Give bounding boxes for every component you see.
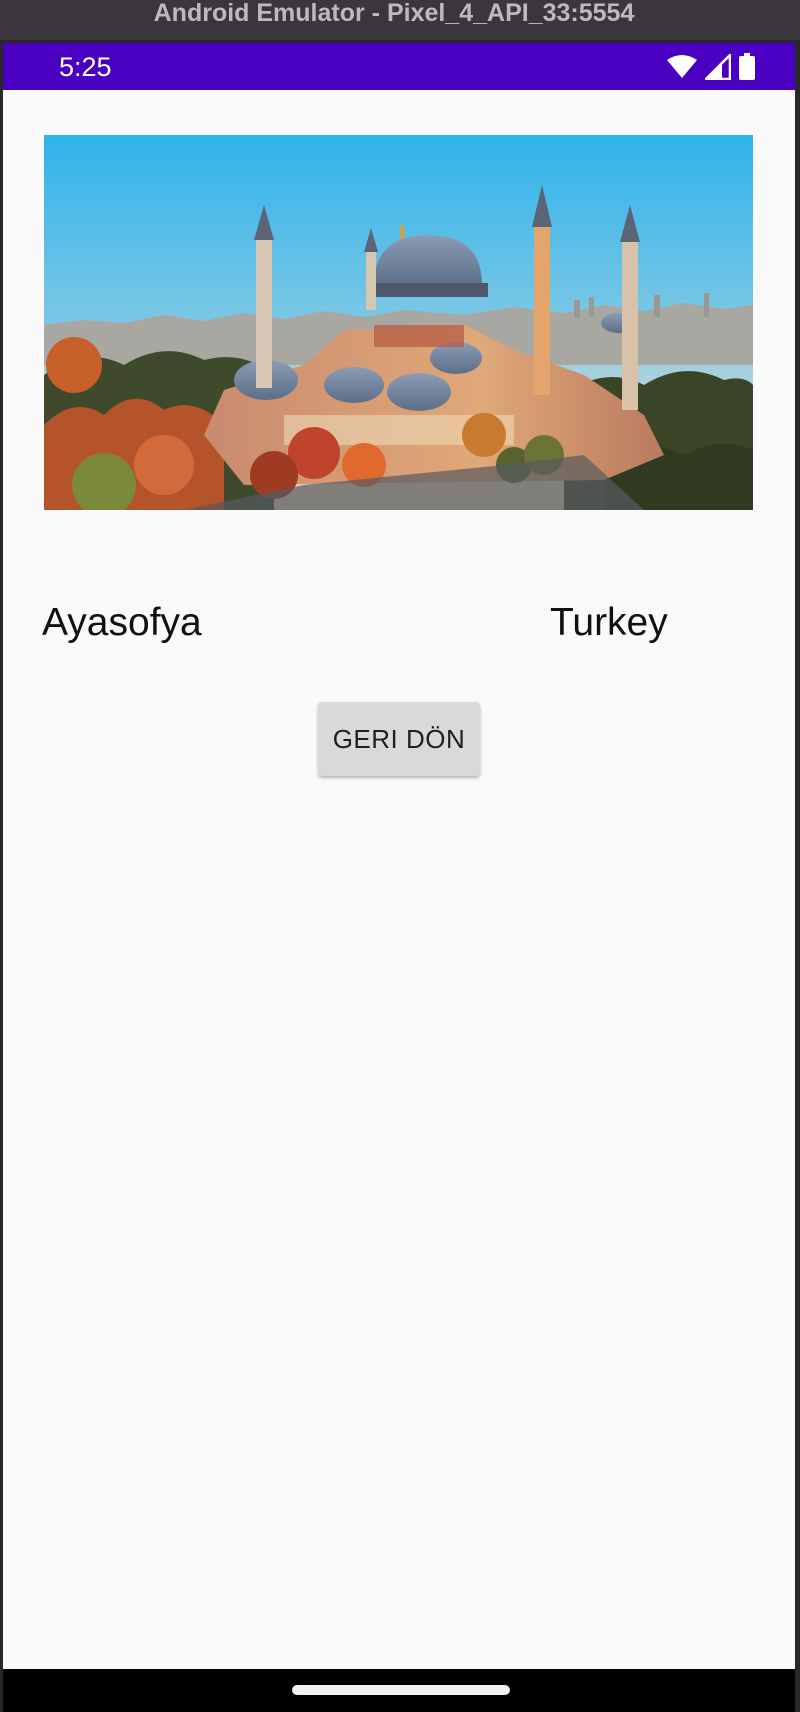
wifi-icon xyxy=(667,54,697,84)
back-button[interactable]: GERI DÖN xyxy=(318,702,480,776)
emulator-window: Android Emulator - Pixel_4_API_33:5554 5… xyxy=(0,0,800,1712)
status-icons xyxy=(667,51,755,85)
status-bar: 5:25 xyxy=(3,43,795,90)
landmark-image xyxy=(44,135,753,510)
status-time: 5:25 xyxy=(59,52,112,82)
home-handle[interactable] xyxy=(292,1685,510,1695)
device-screen: 5:25 Ayasofya Turkey GERI DÖN xyxy=(3,43,795,1712)
country-name: Turkey xyxy=(550,601,668,644)
window-title: Android Emulator - Pixel_4_API_33:5554 xyxy=(153,0,635,27)
emulator-titlebar[interactable]: Android Emulator - Pixel_4_API_33:5554 xyxy=(0,0,800,40)
navigation-bar xyxy=(3,1669,795,1712)
cellular-signal-icon xyxy=(702,51,732,85)
battery-icon xyxy=(739,53,755,85)
window-edge xyxy=(795,43,800,1712)
place-name: Ayasofya xyxy=(42,601,202,644)
